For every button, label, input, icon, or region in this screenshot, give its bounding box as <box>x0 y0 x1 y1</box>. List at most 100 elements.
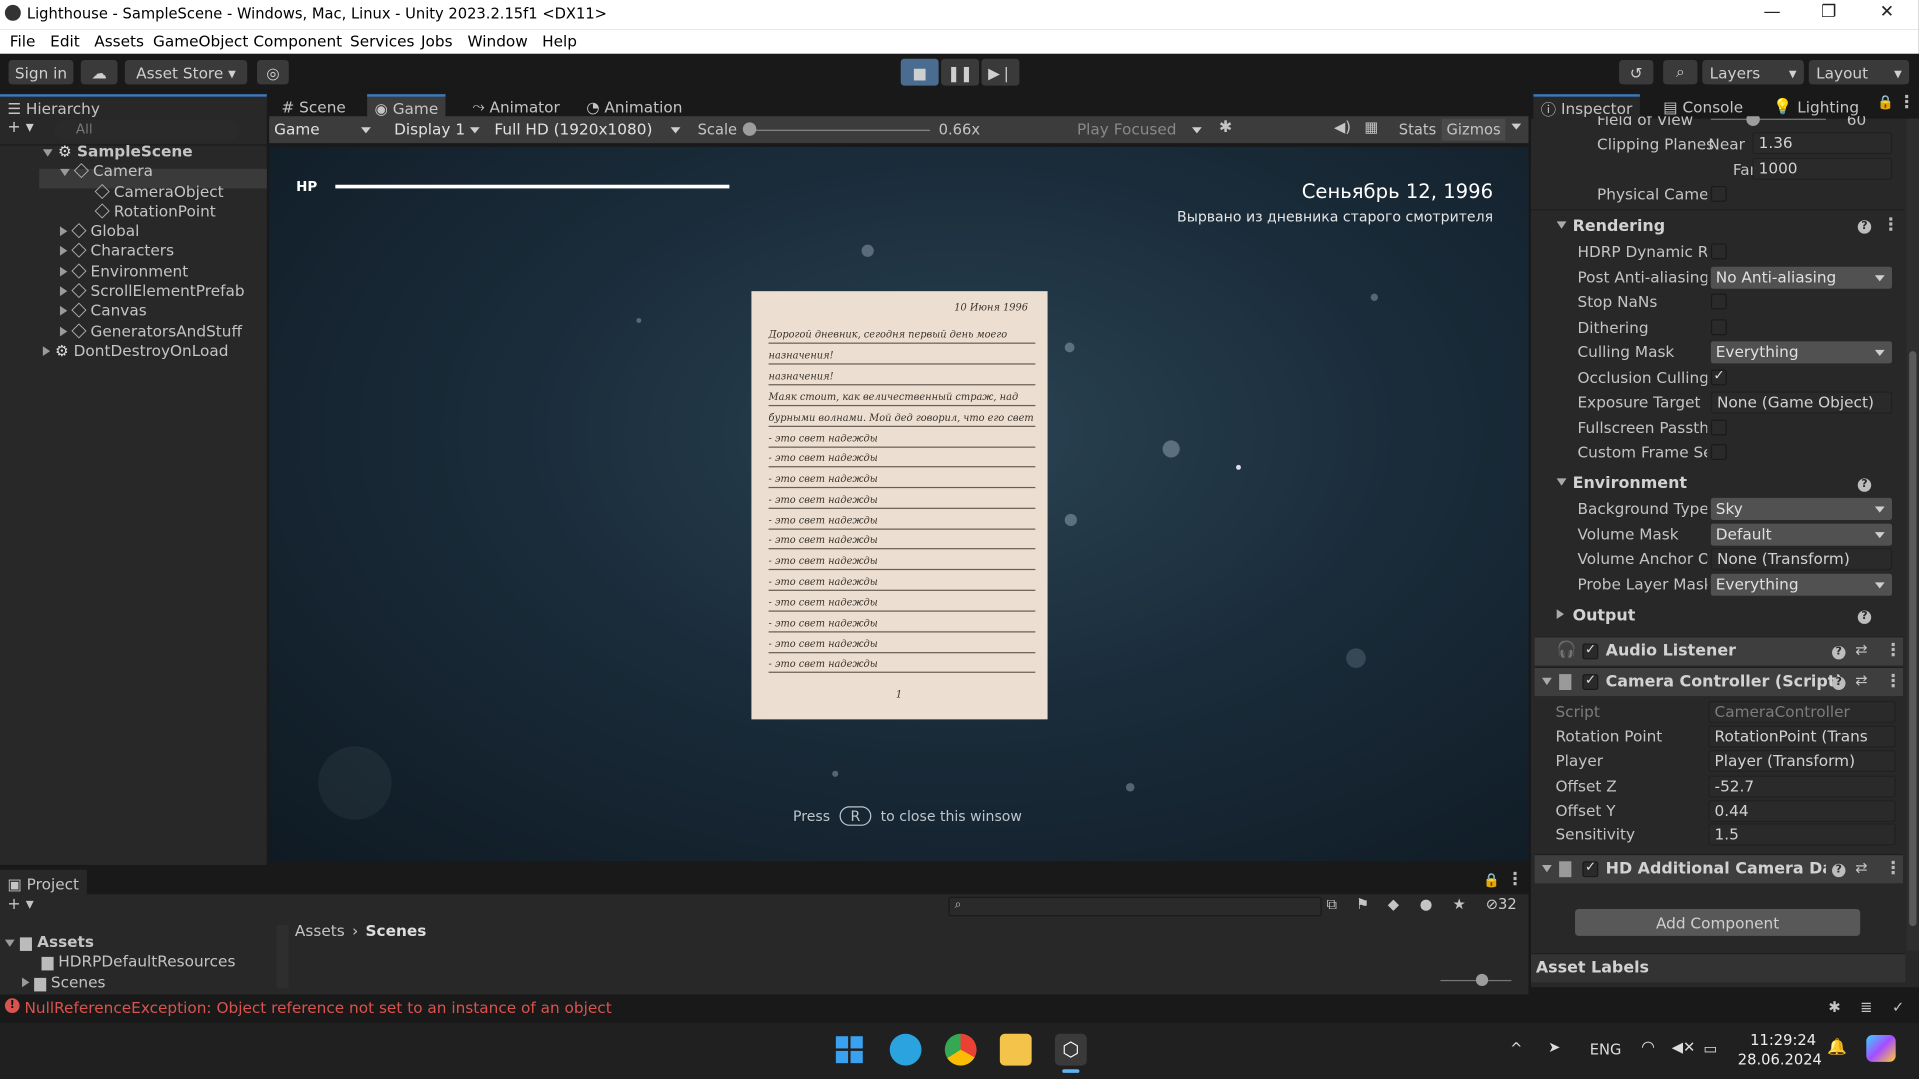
number-field[interactable]: 0.44 <box>1708 800 1896 823</box>
pause-button[interactable]: ❚❚ <box>941 58 980 86</box>
breadcrumb-root[interactable]: Assets <box>295 921 345 939</box>
property-dropdown[interactable]: Sky <box>1710 497 1892 520</box>
bug-icon[interactable]: ✱ <box>1219 119 1232 137</box>
property-checkbox[interactable] <box>1710 419 1727 435</box>
far-field[interactable]: 1000 <box>1752 157 1892 180</box>
hidden-packages-icon[interactable]: ⊘32 <box>1486 896 1517 913</box>
help-icon[interactable]: ? <box>1832 676 1846 690</box>
kebab-menu-icon[interactable]: ⋮ <box>1882 215 1899 235</box>
gizmos-chevron-down-icon[interactable] <box>1511 123 1522 130</box>
restore-button[interactable]: ❐ <box>1821 2 1836 22</box>
hierarchy-item-environment[interactable]: Environment <box>59 262 188 282</box>
check-circle-icon[interactable]: ✓ <box>1892 998 1904 1015</box>
fov-slider-track[interactable] <box>1710 118 1826 120</box>
help-icon[interactable]: ? <box>1857 220 1872 234</box>
hierarchy-search-input[interactable]: All <box>53 119 240 140</box>
property-checkbox[interactable] <box>1710 293 1727 310</box>
menu-help[interactable]: Help <box>542 32 577 50</box>
hd-camera-data-header[interactable]: ✓ HD Additional Camera Data ? ⇄ ⋮ <box>1534 853 1904 884</box>
output-section-title[interactable]: Output <box>1573 607 1636 625</box>
camera-controller-header[interactable]: ✓ Camera Controller (Script) ? ⇄ ⋮ <box>1534 666 1904 697</box>
number-field[interactable]: -52.7 <box>1708 775 1896 798</box>
audio-listener-header[interactable]: 🎧 ✓ Audio Listener ? ⇄ ⋮ <box>1534 636 1904 666</box>
hd-camera-enabled-checkbox[interactable]: ✓ <box>1582 859 1599 878</box>
history-icon[interactable]: ↺ <box>1619 59 1654 85</box>
chrome-icon[interactable] <box>944 1033 977 1066</box>
help-icon[interactable]: ? <box>1832 645 1846 660</box>
object-reference-field[interactable]: RotationPoint (Trans <box>1708 725 1896 748</box>
close-button[interactable]: ✕ <box>1880 2 1894 22</box>
tab-project[interactable]: ▣ Project <box>0 869 87 895</box>
rendering-section-title[interactable]: Rendering <box>1573 218 1666 236</box>
telegram-tray-icon[interactable]: ➤ <box>1548 1039 1560 1056</box>
output-foldout-icon[interactable] <box>1556 609 1565 620</box>
hierarchy-item-characters[interactable]: Characters <box>59 241 174 261</box>
object-reference-field[interactable]: Player (Transform) <box>1708 749 1896 772</box>
preset-icon[interactable]: ⇄ <box>1855 641 1867 658</box>
kebab-menu-icon[interactable]: ⋮ <box>1885 641 1902 661</box>
collab-icon[interactable]: ◎ <box>256 59 289 85</box>
mute-audio-icon[interactable]: ◀) <box>1334 119 1351 136</box>
property-checkbox[interactable] <box>1710 243 1727 260</box>
camera-controller-enabled-checkbox[interactable]: ✓ <box>1582 672 1599 690</box>
audio-listener-enabled-checkbox[interactable]: ✓ <box>1582 641 1599 660</box>
hierarchy-item-camera[interactable]: Camera <box>59 161 153 181</box>
tab-animation[interactable]: ◔ Animation <box>579 94 690 118</box>
layers-dropdown[interactable]: Layers ▾ <box>1702 59 1804 85</box>
asset-labels-bar[interactable]: Asset Labels <box>1530 953 1906 983</box>
filter-type-icon[interactable]: ⧉ <box>1327 896 1337 914</box>
property-checkbox[interactable]: ✓ <box>1710 366 1727 385</box>
gizmos-button[interactable]: Gizmos <box>1441 118 1506 141</box>
property-dropdown[interactable]: Everything <box>1710 341 1892 364</box>
grid-icon[interactable]: ▦ <box>1365 119 1379 136</box>
warning-filter-icon[interactable]: ● <box>1420 896 1433 913</box>
property-object-field[interactable]: None (Game Object) <box>1710 391 1892 414</box>
hierarchy-item-samplescene[interactable]: ⚙ SampleScene <box>42 142 193 162</box>
inspector-menu-icon[interactable]: ⋮ <box>1898 93 1915 113</box>
environment-foldout-icon[interactable] <box>1556 478 1567 486</box>
breadcrumb-current[interactable]: Scenes <box>366 921 427 939</box>
asset-store-button[interactable]: Asset Store ▾ <box>124 59 248 85</box>
stats-button[interactable]: Stats <box>1399 121 1436 138</box>
add-icon[interactable]: + ▾ <box>7 119 33 137</box>
wifi-icon[interactable]: ◠ <box>1641 1039 1655 1057</box>
tab-inspector[interactable]: ⓘ Inspector <box>1533 94 1640 119</box>
volume-muted-icon[interactable]: ◀✕ <box>1672 1039 1696 1056</box>
object-reference-field[interactable]: CameraController <box>1708 701 1896 724</box>
project-tree-scrollbar[interactable] <box>276 924 289 989</box>
game-mode-dropdown[interactable]: Game <box>269 118 379 141</box>
battery-icon[interactable]: ▭ <box>1704 1040 1718 1057</box>
scale-slider-handle[interactable] <box>742 122 757 136</box>
menu-file[interactable]: File <box>10 32 36 50</box>
search-icon[interactable]: ⌕ <box>1663 59 1698 85</box>
menu-assets[interactable]: Assets <box>94 32 144 50</box>
display-dropdown[interactable]: Display 1 <box>389 118 488 141</box>
hierarchy-item-scrollelementprefab[interactable]: ScrollElementPrefab <box>59 281 245 301</box>
tab-scene[interactable]: # Scene <box>274 94 353 118</box>
play-focused-dropdown[interactable]: Play Focused <box>1072 118 1210 141</box>
hierarchy-item-canvas[interactable]: Canvas <box>59 301 147 321</box>
unity-hub-icon[interactable]: ⬡ <box>1054 1033 1087 1066</box>
project-menu-icon[interactable]: ⋮ <box>1506 870 1523 890</box>
menu-edit[interactable]: Edit <box>50 32 80 50</box>
status-error-message[interactable]: NullReferenceException: Object reference… <box>24 998 611 1016</box>
rendering-foldout-icon[interactable] <box>1556 221 1567 229</box>
property-checkbox[interactable] <box>1710 444 1727 460</box>
property-dropdown[interactable]: Default <box>1710 523 1892 546</box>
minimize-button[interactable]: — <box>1763 2 1780 22</box>
hierarchy-item-dontdestroyonload[interactable]: ⚙ DontDestroyOnLoad <box>42 341 229 361</box>
physical-camera-checkbox[interactable] <box>1710 185 1727 202</box>
menu-component[interactable]: Component <box>253 32 342 50</box>
add-component-button[interactable]: Add Component <box>1575 908 1861 936</box>
debug-icon[interactable]: ✱ <box>1828 998 1840 1015</box>
preset-icon[interactable]: ⇄ <box>1855 859 1867 876</box>
inspector-scrollbar[interactable] <box>1906 118 1919 951</box>
help-icon[interactable]: ? <box>1857 610 1872 624</box>
copilot-icon[interactable] <box>1866 1034 1896 1062</box>
fov-value[interactable]: 60 <box>1847 116 1866 128</box>
notification-bell-icon[interactable]: 🔔 <box>1827 1039 1847 1057</box>
kebab-menu-icon[interactable]: ⋮ <box>1885 859 1902 879</box>
number-field[interactable]: 1.5 <box>1708 823 1896 846</box>
hierarchy-item-rotationpoint[interactable]: RotationPoint <box>94 202 216 222</box>
project-tree-hdrpdefaultresources[interactable]: ▆ HDRPDefaultResources <box>42 952 236 972</box>
